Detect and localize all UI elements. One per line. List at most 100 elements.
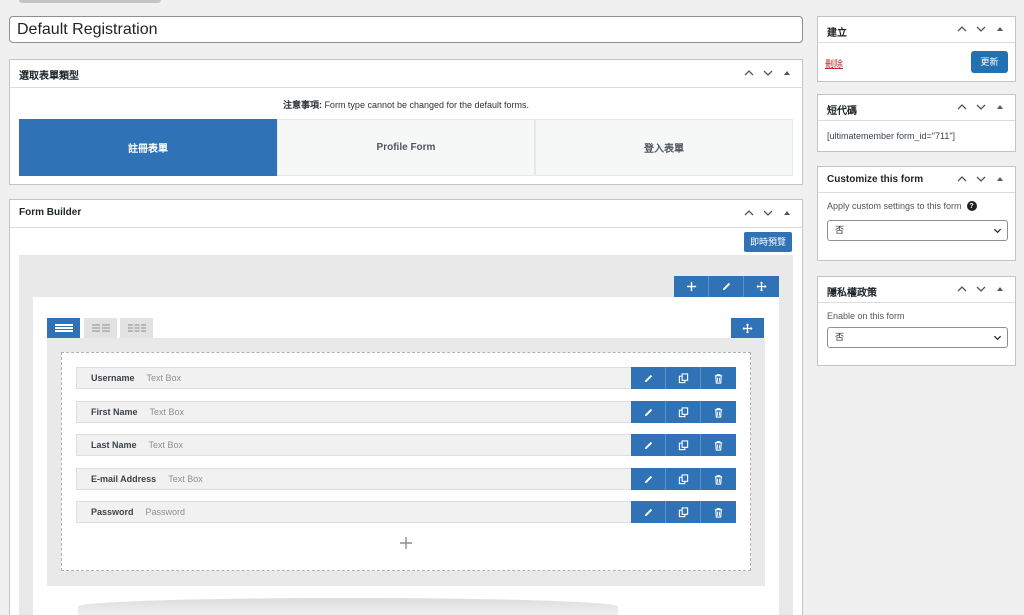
- customize-title: Customize this form: [827, 174, 924, 185]
- toggle-panel-icon[interactable]: [993, 172, 1007, 186]
- move-arrows-icon: [742, 322, 753, 334]
- duplicate-field-button[interactable]: [666, 501, 701, 523]
- toggle-panel-icon[interactable]: [993, 282, 1007, 296]
- live-preview-button[interactable]: 即時預覽: [743, 232, 792, 252]
- edit-field-button[interactable]: [631, 501, 666, 523]
- field-label: E-mail Address Text Box: [91, 474, 203, 484]
- privacy-box: 隱私權政策 Enable on this form 否: [817, 276, 1016, 366]
- field-label: Password Password: [91, 507, 186, 517]
- form-type-header: 選取表單類型: [10, 60, 802, 88]
- delete-field-button[interactable]: [701, 367, 736, 389]
- pencil-icon: [644, 374, 652, 382]
- move-row-button[interactable]: [744, 276, 779, 297]
- delete-field-button[interactable]: [701, 468, 736, 490]
- field-row-password[interactable]: Password Password: [76, 501, 736, 523]
- update-button[interactable]: 更新: [971, 51, 1008, 73]
- duplicate-field-button[interactable]: [666, 367, 701, 389]
- toggle-panel-icon[interactable]: [780, 66, 794, 80]
- row-panel: Username Text Box First Name Text Box La…: [33, 297, 779, 615]
- toggle-panel-icon[interactable]: [780, 206, 794, 220]
- column-area: Username Text Box First Name Text Box La…: [47, 338, 765, 586]
- pencil-icon: [644, 441, 652, 449]
- duplicate-icon: [678, 506, 688, 517]
- privacy-description: Enable on this form: [827, 311, 905, 321]
- add-field-button[interactable]: [396, 533, 416, 553]
- duplicate-icon: [678, 372, 688, 383]
- field-label: First Name Text Box: [91, 407, 185, 417]
- field-label: Last Name Text Box: [91, 440, 184, 450]
- trash-icon: [714, 440, 723, 451]
- edit-field-button[interactable]: [631, 468, 666, 490]
- duplicate-field-button[interactable]: [666, 401, 701, 423]
- move-up-icon[interactable]: [742, 66, 756, 80]
- form-builder-title: Form Builder: [19, 207, 82, 218]
- form-type-title: 選取表單類型: [19, 71, 79, 82]
- delete-field-button[interactable]: [701, 401, 736, 423]
- form-type-note: 注意事項: Form type cannot be changed for th…: [282, 100, 530, 110]
- layout-three-columns[interactable]: [120, 318, 153, 338]
- field-row-username[interactable]: Username Text Box: [76, 367, 736, 389]
- duplicate-field-button[interactable]: [666, 468, 701, 490]
- duplicate-icon: [678, 439, 688, 450]
- toggle-panel-icon[interactable]: [993, 100, 1007, 114]
- field-row-email[interactable]: E-mail Address Text Box: [76, 468, 736, 490]
- tab-login-form[interactable]: 登入表單: [535, 119, 793, 176]
- two-columns-icon: [91, 324, 110, 332]
- form-type-box: 選取表單類型 注意事項: Form type cannot be changed…: [9, 59, 803, 185]
- move-up-icon[interactable]: [955, 282, 969, 296]
- trash-icon: [714, 507, 723, 518]
- shortcode-title: 短代碼: [827, 106, 857, 117]
- move-up-icon[interactable]: [742, 206, 756, 220]
- privacy-select[interactable]: 否: [827, 327, 1008, 348]
- duplicate-icon: [678, 406, 688, 417]
- canvas-shadow: [78, 598, 618, 615]
- plus-icon: [400, 537, 412, 549]
- trash-icon: [714, 407, 723, 418]
- pencil-icon: [644, 475, 652, 483]
- column-dropzone: Username Text Box First Name Text Box La…: [61, 352, 751, 571]
- layout-two-columns[interactable]: [84, 318, 117, 338]
- form-title-input[interactable]: [9, 16, 803, 43]
- duplicate-field-button[interactable]: [666, 434, 701, 456]
- move-down-icon[interactable]: [761, 66, 775, 80]
- privacy-title: 隱私權政策: [827, 288, 877, 299]
- publish-header: 建立: [818, 17, 1015, 43]
- customize-select[interactable]: 否: [827, 220, 1008, 241]
- layout-one-column[interactable]: [47, 318, 80, 338]
- customize-box: Customize this form Apply custom setting…: [817, 166, 1016, 261]
- field-row-first-name[interactable]: First Name Text Box: [76, 401, 736, 423]
- move-down-icon[interactable]: [974, 100, 988, 114]
- delete-link[interactable]: 刪除: [825, 57, 843, 70]
- chevron-down-icon: [993, 335, 1002, 341]
- add-row-button[interactable]: [674, 276, 709, 297]
- delete-field-button[interactable]: [701, 434, 736, 456]
- top-button-stub: [19, 0, 161, 3]
- move-down-icon[interactable]: [974, 172, 988, 186]
- move-down-icon[interactable]: [974, 282, 988, 296]
- privacy-header: 隱私權政策: [818, 277, 1015, 303]
- builder-canvas: Username Text Box First Name Text Box La…: [19, 255, 793, 615]
- toggle-panel-icon[interactable]: [993, 22, 1007, 36]
- edit-field-button[interactable]: [631, 434, 666, 456]
- field-row-last-name[interactable]: Last Name Text Box: [76, 434, 736, 456]
- pencil-icon: [644, 408, 652, 416]
- delete-field-button[interactable]: [701, 501, 736, 523]
- tab-profile-form[interactable]: Profile Form: [277, 119, 535, 176]
- publish-box: 建立 刪除 更新: [817, 16, 1016, 82]
- help-icon[interactable]: ?: [966, 201, 977, 211]
- edit-field-button[interactable]: [631, 367, 666, 389]
- move-up-icon[interactable]: [955, 172, 969, 186]
- move-down-icon[interactable]: [974, 22, 988, 36]
- form-builder-header: Form Builder: [10, 200, 802, 228]
- trash-icon: [714, 474, 723, 485]
- move-subrow-button[interactable]: [731, 318, 764, 338]
- edit-row-button[interactable]: [709, 276, 744, 297]
- tab-registration-form[interactable]: 註冊表單: [19, 119, 277, 176]
- form-type-tabs: 註冊表單 Profile Form 登入表單: [19, 119, 793, 176]
- edit-field-button[interactable]: [631, 401, 666, 423]
- move-up-icon[interactable]: [955, 22, 969, 36]
- move-down-icon[interactable]: [761, 206, 775, 220]
- move-up-icon[interactable]: [955, 100, 969, 114]
- shortcode-header: 短代碼: [818, 95, 1015, 121]
- plus-icon: [686, 281, 696, 292]
